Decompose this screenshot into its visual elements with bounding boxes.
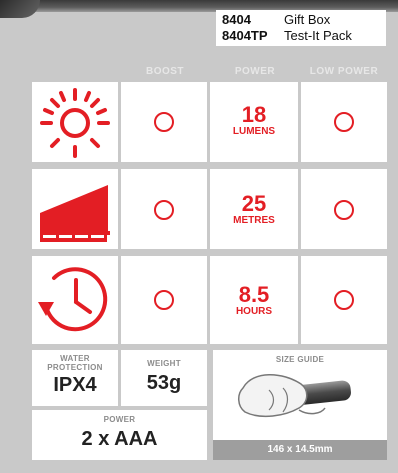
water-protection-value: IPX4 [53,374,97,396]
power-value-cell: 18 LUMENS [210,82,298,162]
weight-cell: WEIGHT 53g [121,350,207,406]
water-protection-cell: WATER PROTECTION IPX4 [32,350,118,406]
runtime-icon-cell [32,256,118,344]
runtime-clock-icon [38,267,108,332]
size-guide-cell: SIZE GUIDE [213,350,387,440]
value-label: 18 LUMENS [209,104,299,138]
low-power-indicator [334,200,354,220]
metres-value: 25 [241,191,267,216]
sku-code: 8404TP [222,28,268,43]
power-source-value: 2 x AAA [81,428,158,450]
boost-indicator [154,290,174,310]
sku-row: 8404TP Test-It Pack [222,28,352,44]
weight-value: 53g [146,372,182,394]
boost-cell [121,256,207,344]
value-label: 25 METRES [209,193,299,227]
low-power-cell [301,82,387,162]
value-label: 8.5 HOURS [209,284,299,318]
low-power-cell [301,256,387,344]
sku-row: 8404 Gift Box [222,12,330,28]
weight-label: WEIGHT [147,359,181,368]
metres-unit: METRES [233,215,275,226]
column-header-low-power: LOW POWER [309,66,379,77]
product-edge [0,0,40,18]
low-power-indicator [334,290,354,310]
boost-cell [121,82,207,162]
boost-indicator [154,112,174,132]
power-source-cell: POWER 2 x AAA [32,410,207,460]
sku-box: 8404 Gift Box 8404TP Test-It Pack [216,10,386,46]
beam-distance-icon [40,185,110,242]
lumens-unit: LUMENS [232,126,276,137]
column-header-power: POWER [234,66,276,77]
brightness-sun-icon [40,88,110,158]
hand-holding-torch-icon [238,374,351,418]
column-header-boost: BOOST [145,66,185,77]
distance-icon-cell [32,169,118,249]
power-value-cell: 25 METRES [210,169,298,249]
hours-value: 8.5 [238,282,270,307]
lumens-value: 18 [241,102,267,127]
sku-name: Test-It Pack [284,28,352,43]
size-dimensions: 146 x 14.5mm [213,440,387,460]
low-power-cell [301,169,387,249]
hours-unit: HOURS [235,306,273,317]
water-protection-label: WATER PROTECTION [47,354,103,372]
power-value-cell: 8.5 HOURS [210,256,298,344]
sku-name: Gift Box [284,12,331,27]
low-power-indicator [334,112,354,132]
sku-code: 8404 [222,12,251,27]
brightness-icon-cell [32,82,118,162]
power-source-label: POWER [103,415,136,424]
boost-cell [121,169,207,249]
boost-indicator [154,200,174,220]
